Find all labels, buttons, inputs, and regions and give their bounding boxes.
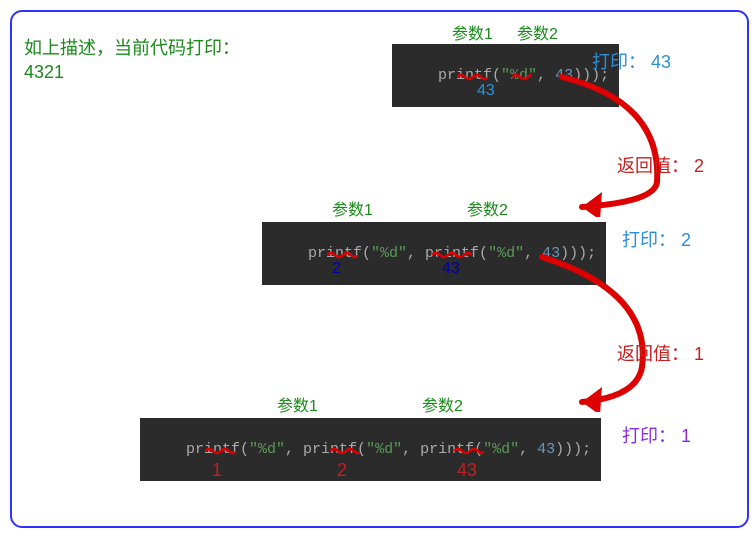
step1-below-val: 43	[477, 82, 495, 100]
step1-return-label: 返回值：	[617, 156, 689, 176]
step2-return-label: 返回值：	[617, 344, 689, 364]
squiggle-icon	[432, 246, 472, 254]
step3-code-str2: "%d"	[366, 441, 402, 458]
step3-code-str1: "%d"	[249, 441, 285, 458]
step2-param1-label: 参数1	[332, 196, 373, 220]
step3-below-val2: 2	[337, 460, 347, 481]
step1-print-val: 43	[651, 52, 671, 72]
step3-code-str3: "%d"	[483, 441, 519, 458]
step1-return-val: 2	[694, 156, 704, 176]
step1-print-label: 打印：	[592, 52, 646, 72]
step2-print: 打印： 2	[622, 226, 691, 252]
squiggle-icon	[457, 68, 487, 76]
step2-print-label: 打印：	[622, 230, 676, 250]
step3-param1-label: 参数1	[277, 392, 318, 416]
step1-return: 返回值： 2	[617, 152, 704, 178]
step3-print-label: 打印：	[622, 426, 676, 446]
description-line1: 如上描述，当前代码打印：	[24, 34, 240, 60]
step2-code-str2: "%d"	[488, 245, 524, 262]
diagram-container: 如上描述，当前代码打印： 4321 参数1 参数2 printf("%d", 4…	[10, 10, 749, 528]
step2-code-post: )));	[560, 245, 596, 262]
step3-print-val: 1	[681, 426, 691, 446]
step2-code-str1: "%d"	[371, 245, 407, 262]
squiggle-icon	[205, 442, 235, 450]
squiggle-icon	[330, 442, 360, 450]
step2-below-val2: 43	[442, 260, 460, 278]
step3-print: 打印： 1	[622, 422, 691, 448]
step2-print-val: 2	[681, 230, 691, 250]
step3-below-val1: 1	[212, 460, 222, 481]
step3-code-mid3: ,	[519, 441, 537, 458]
description-line2: 4321	[24, 62, 64, 83]
step3-below-val3: 43	[457, 460, 477, 481]
step1-code-num: 43	[555, 67, 573, 84]
step1-param1-label: 参数1	[452, 20, 493, 44]
step2-code-mid2: ,	[524, 245, 542, 262]
step2-return-val: 1	[694, 344, 704, 364]
squiggle-icon	[512, 68, 532, 76]
step3-param2-label: 参数2	[422, 392, 463, 416]
step3-code-post: )));	[555, 441, 591, 458]
step3-code-num: 43	[537, 441, 555, 458]
step2-return: 返回值： 1	[617, 340, 704, 366]
step1-param2-label: 参数2	[517, 20, 558, 44]
step1-codebox: printf("%d", 43)));	[392, 44, 619, 107]
step1-code-mid: ,	[537, 67, 555, 84]
step2-param2-label: 参数2	[467, 196, 508, 220]
step1-print: 打印： 43	[592, 48, 671, 74]
step2-below-val1: 2	[332, 260, 341, 278]
squiggle-icon	[327, 246, 357, 254]
step2-code-num: 43	[542, 245, 560, 262]
squiggle-icon	[454, 442, 484, 450]
